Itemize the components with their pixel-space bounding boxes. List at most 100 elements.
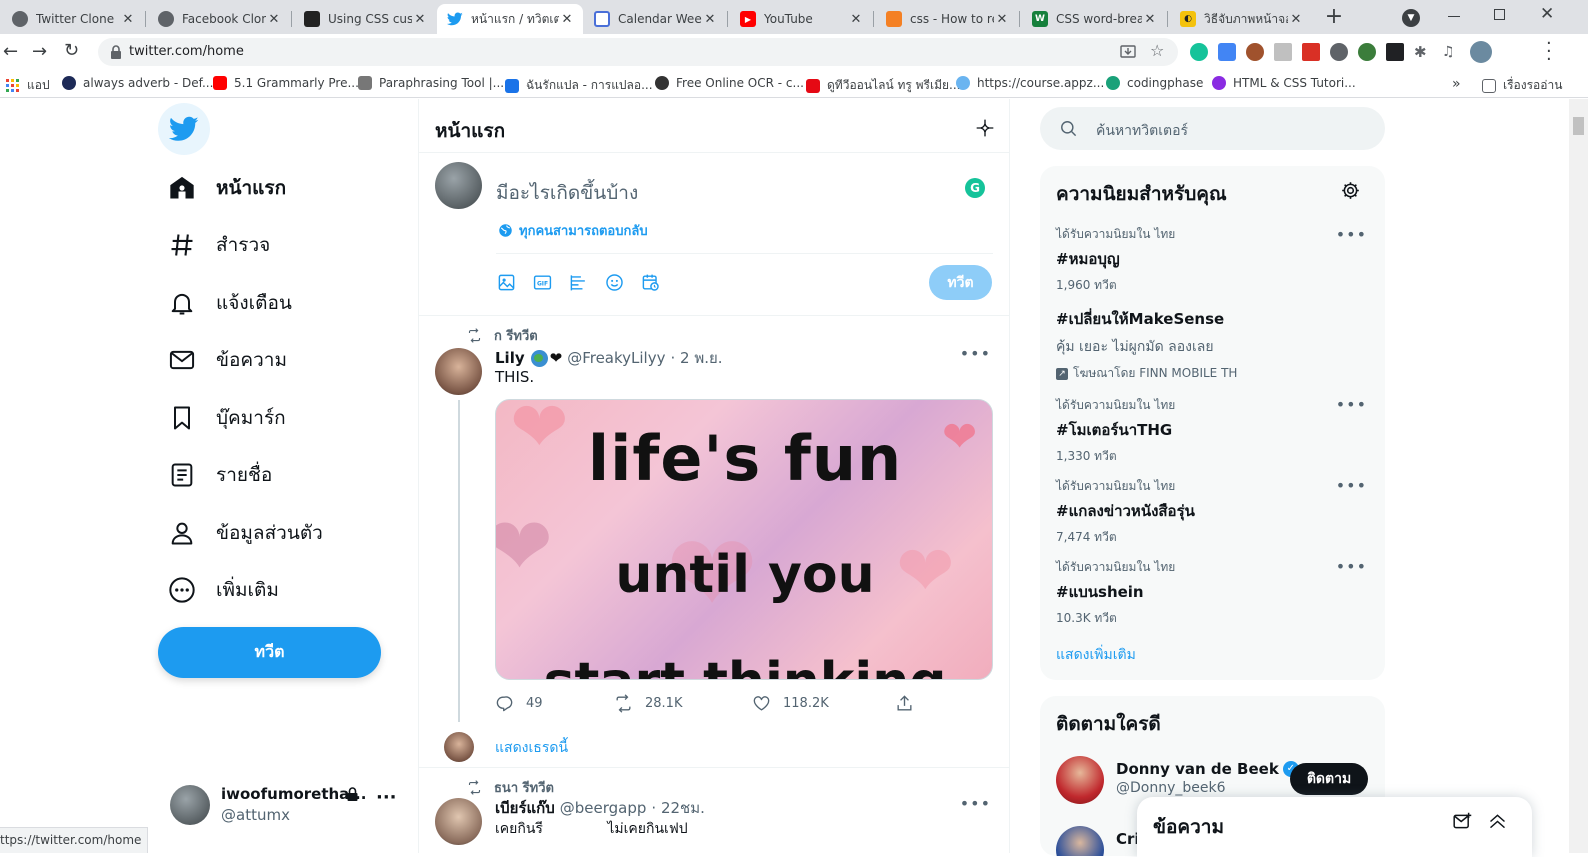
close-icon[interactable]: ✕	[120, 12, 136, 27]
bookmark-codingphase[interactable]: codingphase	[1106, 76, 1203, 90]
tab-calendar[interactable]: Calendar Week ✕	[584, 4, 726, 34]
bookmark-html-css[interactable]: HTML & CSS Tutori...	[1212, 76, 1356, 90]
tab-twitter-clone[interactable]: Twitter Clone ✕	[2, 4, 144, 34]
bookmark-true-tv[interactable]: ดูทีวีออนไลน์ ทรู พรีเมีย...	[806, 76, 960, 95]
close-icon[interactable]: ✕	[994, 12, 1010, 27]
forward-icon[interactable]: →	[32, 41, 47, 62]
restore-button[interactable]	[1494, 9, 1505, 20]
bookmark-translate[interactable]: ฉันรักแปล - การแปลอ...	[505, 76, 653, 95]
author-handle[interactable]: @FreakyLilyy	[567, 349, 665, 367]
schedule-icon[interactable]	[641, 273, 660, 292]
tweet-time[interactable]: · 2 พ.ย.	[670, 346, 722, 370]
more-dots-icon[interactable]: •••	[1336, 395, 1367, 414]
search-input[interactable]: ค้นหาทวิตเตอร์	[1096, 120, 1188, 142]
tab-facebook-clone[interactable]: Facebook Clone ✕	[148, 4, 290, 34]
close-icon[interactable]: ✕	[848, 12, 864, 27]
recycle-extension-icon[interactable]	[1330, 43, 1348, 61]
leaf-extension-icon[interactable]	[1358, 43, 1376, 61]
bookmark-grammarly[interactable]: 5.1 Grammarly Pre...	[213, 76, 359, 90]
nav-more[interactable]: เพิ่มเติม	[168, 575, 279, 605]
retweet-button[interactable]: 28.1K	[614, 694, 682, 713]
close-icon[interactable]: ✕	[266, 12, 282, 27]
y-extension-icon[interactable]	[1386, 43, 1404, 61]
gif-icon[interactable]: GIF	[533, 273, 552, 292]
grammarly-extension-icon[interactable]	[1190, 43, 1208, 61]
nav-explore[interactable]: สำรวจ	[168, 230, 270, 260]
emoji-icon[interactable]	[605, 273, 624, 292]
poll-icon[interactable]	[569, 273, 588, 292]
sparkle-icon[interactable]	[975, 118, 995, 138]
more-dots-icon[interactable]: •••	[960, 794, 991, 813]
document-extension-icon[interactable]	[1274, 43, 1292, 61]
bookmark-paraphrasing[interactable]: Paraphrasing Tool |...	[358, 76, 504, 90]
nav-bookmarks[interactable]: บุ๊คมาร์ก	[168, 403, 286, 433]
close-icon[interactable]: ✕	[1142, 12, 1158, 27]
avatar[interactable]	[435, 348, 482, 395]
sidebar-tweet-button[interactable]: ทวีต	[158, 627, 381, 678]
trend-item[interactable]: ได้รับความนิยมใน ไทย #โมเตอร์นาTHG 1,330…	[1056, 396, 1368, 466]
tab-css-custom[interactable]: Using CSS custo ✕	[294, 4, 436, 34]
tweet-time[interactable]: · 22ชม.	[651, 796, 704, 820]
follow-user-handle[interactable]: @Donny_beek6	[1116, 780, 1226, 796]
star-icon[interactable]: ☆	[1150, 41, 1164, 60]
tab-stackoverflow[interactable]: css - How to rer ✕	[876, 4, 1018, 34]
avatar[interactable]	[435, 798, 482, 845]
trend-item[interactable]: ได้รับความนิยมใน ไทย #แกลงข่าวหนังสือรุ่…	[1056, 477, 1368, 547]
gear-icon[interactable]	[1340, 180, 1361, 201]
new-tab-button[interactable]: +	[1322, 6, 1346, 30]
tab-w3schools[interactable]: W CSS word-break ✕	[1022, 4, 1166, 34]
tab-screenshot[interactable]: ◐ วิธีจับภาพหน้าจอใน ✕	[1170, 4, 1312, 34]
more-dots-icon[interactable]: •••	[1336, 476, 1367, 495]
pdf-extension-icon[interactable]	[1302, 43, 1320, 61]
avatar[interactable]	[1056, 756, 1104, 804]
more-bookmarks-icon[interactable]: »	[1452, 76, 1461, 92]
close-window-button[interactable]: ✕	[1540, 4, 1554, 24]
composer-tweet-button[interactable]: ทวีต	[929, 265, 992, 300]
close-icon[interactable]: ✕	[1288, 12, 1304, 27]
bookmark-course[interactable]: https://course.appz...	[956, 76, 1104, 90]
tweet-image[interactable]: ❤ ❤ ❤ ❤ ❤ life's fun until you start thi…	[495, 399, 993, 680]
bookmark-ocr[interactable]: Free Online OCR - c...	[655, 76, 804, 90]
media-icon[interactable]: ♫	[1442, 43, 1460, 61]
back-icon[interactable]: ←	[3, 41, 18, 62]
bookmark-apps[interactable]: แอป	[6, 76, 50, 95]
like-button[interactable]: 118.2K	[752, 694, 829, 713]
nav-home[interactable]: หน้าแรก	[168, 173, 286, 203]
reload-icon[interactable]: ↻	[64, 40, 79, 61]
avatar[interactable]	[1056, 826, 1104, 856]
install-icon[interactable]	[1120, 44, 1136, 60]
show-more-link[interactable]: แสดงเพิ่มเติม	[1056, 644, 1136, 666]
reply-button[interactable]: 49	[495, 694, 543, 713]
new-message-icon[interactable]	[1452, 811, 1473, 832]
scrollbar[interactable]	[1569, 99, 1588, 853]
menu-icon[interactable]: · · ·	[1546, 35, 1552, 69]
share-button[interactable]	[895, 694, 926, 713]
tab-twitter-home[interactable]: หน้าแรก / ทวิตเตอ ✕	[437, 4, 583, 34]
profile-avatar[interactable]	[1470, 41, 1492, 63]
tab-youtube[interactable]: ▶ YouTube ✕	[730, 4, 872, 34]
trend-item[interactable]: ได้รับความนิยมใน ไทย #หมอบุญ 1,960 ทวีต	[1056, 225, 1368, 295]
puzzle-icon[interactable]: ✱	[1414, 43, 1432, 61]
tweet[interactable]: ก รีทวีต Lily ❤ @FreakyLilyy · 2 พ.ย. ••…	[419, 316, 1009, 768]
nav-messages[interactable]: ข้อความ	[168, 345, 287, 375]
nav-notifications[interactable]: แจ้งเตือน	[168, 288, 292, 318]
more-dots-icon[interactable]: •••	[1336, 557, 1367, 576]
author-handle[interactable]: @beergapp	[560, 799, 647, 817]
bookmark-always-adverb[interactable]: always adverb - Def...	[62, 76, 213, 90]
address-bar[interactable]: twitter.com/home ☆	[98, 38, 1178, 66]
grammarly-badge-icon[interactable]: G	[965, 178, 985, 198]
author-name[interactable]: Lily	[495, 349, 525, 367]
messages-drawer[interactable]: ข้อความ	[1137, 797, 1532, 857]
scrollbar-thumb[interactable]	[1573, 117, 1584, 135]
close-icon[interactable]: ✕	[559, 12, 575, 27]
close-icon[interactable]: ✕	[412, 12, 428, 27]
trend-item-promoted[interactable]: #เปลี่ยนให้MakeSense คุ้ม เยอะ ไม่ผูกมัด…	[1056, 307, 1368, 383]
cookie-extension-icon[interactable]	[1246, 43, 1264, 61]
translate-extension-icon[interactable]	[1218, 43, 1236, 61]
nav-profile[interactable]: ข้อมูลส่วนตัว	[168, 518, 323, 548]
composer-input[interactable]: มีอะไรเกิดขึ้นบ้าง	[496, 178, 638, 208]
more-dots-icon[interactable]: •••	[960, 344, 991, 363]
twitter-logo[interactable]	[158, 103, 210, 155]
trend-item[interactable]: ได้รับความนิยมใน ไทย #แบนshein 10.3K ทวี…	[1056, 558, 1368, 628]
close-icon[interactable]: ✕	[702, 12, 718, 27]
